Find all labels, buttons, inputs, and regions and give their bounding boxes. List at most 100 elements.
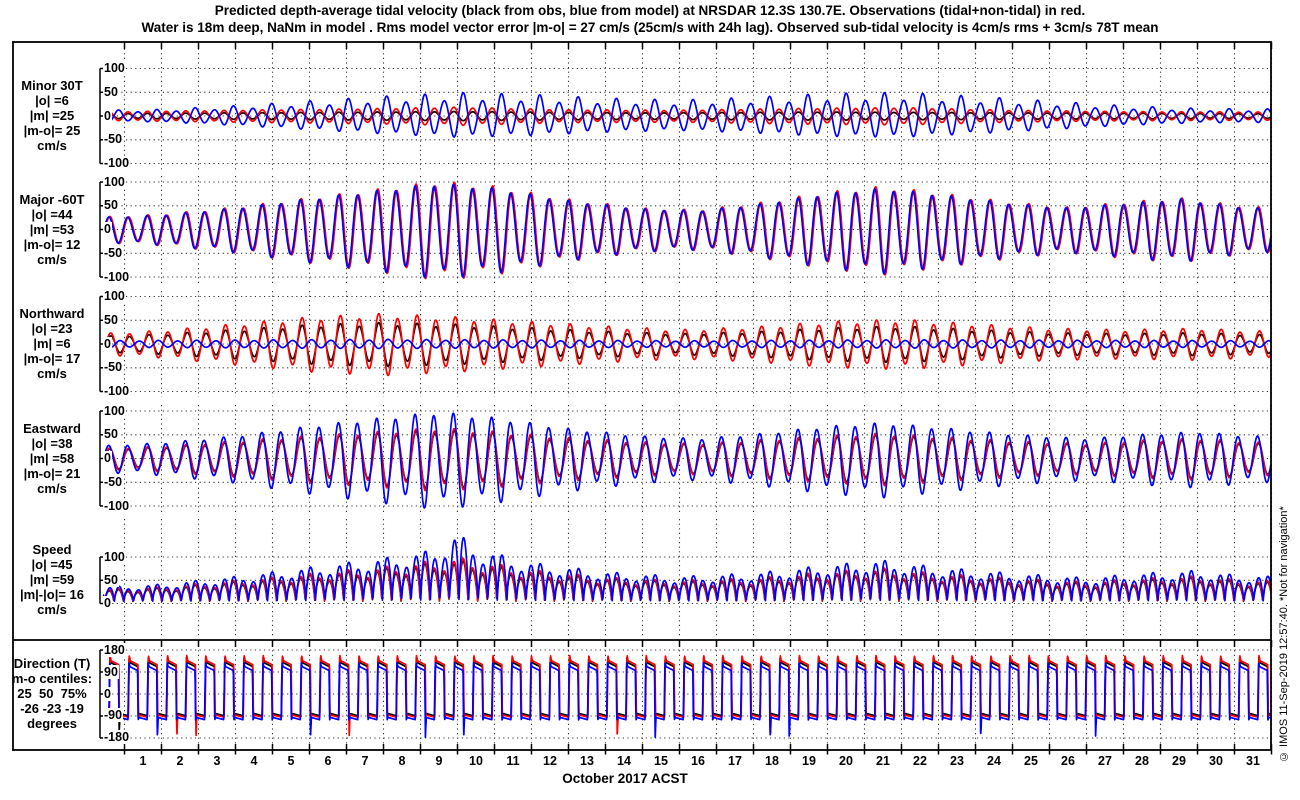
panel-label-line: |m| =59: [6, 572, 98, 587]
panel-label-line: |o| =38: [6, 436, 98, 451]
series-model-line: [103, 413, 1271, 508]
y-tick-label: -100: [103, 384, 130, 398]
y-tick-label: 100: [103, 61, 126, 75]
y-tick-label: 100: [103, 175, 126, 189]
x-tick-label: 21: [868, 754, 898, 768]
panel-label-line: |o| =23: [6, 321, 98, 336]
y-tick-label: 100: [103, 550, 126, 564]
y-tick-label: -90: [103, 708, 123, 722]
x-tick-label: 17: [720, 754, 750, 768]
panel-label-line: cm/s: [6, 138, 98, 153]
y-tick-label: 50: [103, 573, 119, 587]
y-tick-label: 0: [103, 596, 112, 610]
panel-label-line: Minor 30T: [6, 78, 98, 93]
x-tick-label: 30: [1201, 754, 1231, 768]
panel-label-line: |o| =44: [6, 207, 98, 222]
y-tick-label: 50: [103, 85, 119, 99]
x-tick-label: 13: [572, 754, 602, 768]
x-tick-label: 31: [1238, 754, 1268, 768]
y-tick-label: 180: [103, 643, 126, 657]
panel-label-line: cm/s: [6, 602, 98, 617]
panel-label-line: cm/s: [6, 366, 98, 381]
x-tick-label: 26: [1053, 754, 1083, 768]
x-tick-label: 28: [1127, 754, 1157, 768]
y-tick-label: -50: [103, 132, 123, 146]
y-tick-label: 100: [103, 289, 126, 303]
y-tick-label: -100: [103, 156, 130, 170]
panel-label-line: Direction (T): [6, 656, 98, 671]
y-tick-label: 90: [103, 665, 119, 679]
panel-label-direction: Direction (T)m-o centiles:25 50 75%-26 -…: [6, 656, 98, 731]
panel-label-line: cm/s: [6, 481, 98, 496]
x-tick-label: 15: [646, 754, 676, 768]
x-tick-label: 29: [1164, 754, 1194, 768]
series-obs-tidal-line: [103, 185, 1271, 276]
x-tick-label: 19: [794, 754, 824, 768]
panel-label-line: |m| =6: [6, 336, 98, 351]
series-obs-total-line: [103, 182, 1271, 278]
series-model-line: [103, 184, 1271, 277]
x-tick-label: 24: [979, 754, 1009, 768]
y-tick-label: 50: [103, 313, 119, 327]
panel-label-major: Major -60T|o| =44|m| =53|m-o|= 12cm/s: [6, 192, 98, 267]
x-tick-label: 16: [683, 754, 713, 768]
x-tick-label: 5: [276, 754, 306, 768]
x-tick-label: 3: [202, 754, 232, 768]
x-tick-label: 18: [757, 754, 787, 768]
panel-label-line: |m| =58: [6, 451, 98, 466]
y-tick-label: -180: [103, 730, 130, 744]
y-tick-label: 0: [103, 687, 112, 701]
x-tick-label: 25: [1016, 754, 1046, 768]
panel-label-line: Northward: [6, 306, 98, 321]
x-tick-label: 12: [535, 754, 565, 768]
panel-label-northward: Northward|o| =23|m| =6|m-o|= 17cm/s: [6, 306, 98, 381]
x-tick-label: 14: [609, 754, 639, 768]
y-tick-label: 50: [103, 198, 119, 212]
y-tick-label: -100: [103, 270, 130, 284]
panel-label-minor: Minor 30T|o| =6|m| =25|m-o|= 25cm/s: [6, 78, 98, 153]
x-tick-label: 11: [498, 754, 528, 768]
panel-label-line: degrees: [6, 716, 98, 731]
x-tick-label: 1: [128, 754, 158, 768]
y-tick-label: 100: [103, 404, 126, 418]
x-tick-label: 4: [239, 754, 269, 768]
y-tick-label: -100: [103, 499, 130, 513]
y-tick-label: 0: [103, 222, 112, 236]
panel-label-line: |m-o|= 12: [6, 237, 98, 252]
x-tick-label: 20: [831, 754, 861, 768]
panel-label-line: Eastward: [6, 421, 98, 436]
y-tick-label: -50: [103, 360, 123, 374]
panel-label-line: m-o centiles:: [6, 671, 98, 686]
panel-label-line: Major -60T: [6, 192, 98, 207]
x-tick-label: 22: [905, 754, 935, 768]
watermark: © IMOS 11-Sep-2019 12:57:40. *Not for na…: [1278, 386, 1290, 762]
y-tick-label: 50: [103, 427, 119, 441]
panel-label-line: cm/s: [6, 252, 98, 267]
x-tick-label: 7: [350, 754, 380, 768]
tidal-velocity-figure: Predicted depth-average tidal velocity (…: [0, 0, 1300, 800]
x-tick-label: 10: [461, 754, 491, 768]
y-tick-label: 0: [103, 109, 112, 123]
y-tick-label: -50: [103, 246, 123, 260]
panel-label-line: |o| =6: [6, 93, 98, 108]
x-tick-label: 2: [165, 754, 195, 768]
x-tick-label: 8: [387, 754, 417, 768]
panel-label-line: 25 50 75%: [6, 686, 98, 701]
panel-label-line: |m|-|o|= 16: [6, 587, 98, 602]
y-tick-label: -50: [103, 475, 123, 489]
panel-label-line: Speed: [6, 542, 98, 557]
panel-label-line: |m| =25: [6, 108, 98, 123]
panel-label-speed: Speed|o| =45|m| =59|m|-|o|= 16cm/s: [6, 542, 98, 617]
x-tick-label: 6: [313, 754, 343, 768]
x-tick-label: 23: [942, 754, 972, 768]
panel-label-line: -26 -23 -19: [6, 701, 98, 716]
x-tick-label: 9: [424, 754, 454, 768]
panel-label-line: |m-o|= 21: [6, 466, 98, 481]
panel-label-line: |m-o|= 25: [6, 123, 98, 138]
panel-label-line: |m-o|= 17: [6, 351, 98, 366]
x-axis-title: October 2017 ACST: [0, 771, 1250, 786]
y-tick-label: 0: [103, 337, 112, 351]
y-tick-label: 0: [103, 451, 112, 465]
panel-label-line: |m| =53: [6, 222, 98, 237]
plot-canvas: [0, 0, 1300, 800]
